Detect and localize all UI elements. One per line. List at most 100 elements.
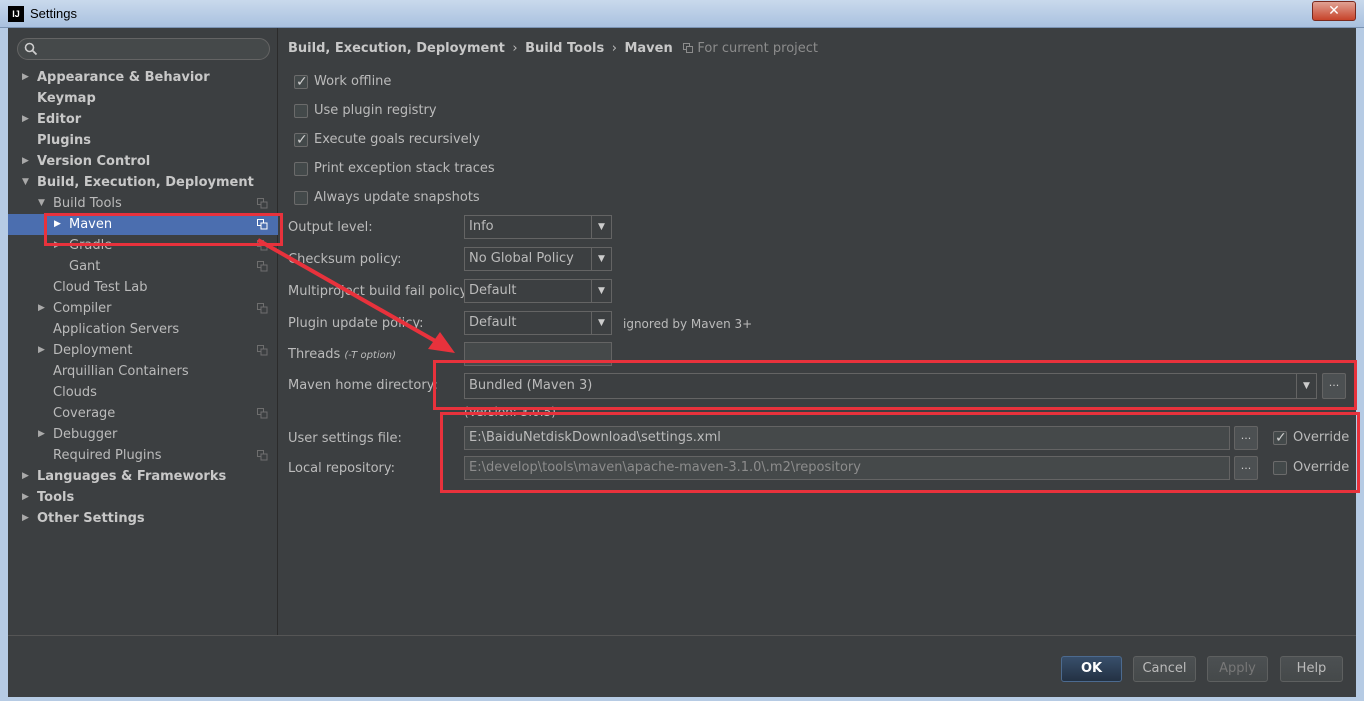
breadcrumb-separator: ›: [611, 41, 617, 56]
multiproject-fail-value: Default: [469, 283, 517, 298]
user-settings-label: User settings file:: [288, 431, 402, 446]
sidebar-item-label: Languages & Frameworks: [37, 469, 227, 484]
local-repo-input[interactable]: E:\develop\tools\maven\apache-maven-3.1.…: [464, 456, 1230, 480]
sidebar-item-label: Tools: [37, 490, 75, 505]
work-offline-label: Work offline: [314, 74, 392, 89]
sidebar-item-coverage[interactable]: Coverage: [8, 403, 278, 424]
chevron-right-icon[interactable]: ▶: [22, 151, 34, 172]
plugin-update-dropdown[interactable]: Default ▼: [464, 311, 612, 335]
settings-search-input[interactable]: [17, 38, 270, 60]
sidebar-item-editor[interactable]: ▶ Editor: [8, 109, 278, 130]
maven-home-dropdown[interactable]: Bundled (Maven 3) ▼: [464, 373, 1317, 399]
chevron-right-icon[interactable]: ▶: [54, 235, 66, 256]
project-copy-icon: [683, 43, 694, 53]
chevron-down-icon: ▼: [591, 216, 611, 238]
maven-version-note: (Version: 3.0.5): [464, 405, 556, 419]
check-icon: ✓: [296, 132, 308, 148]
sidebar-item-gradle[interactable]: ▶ Gradle: [8, 235, 278, 256]
sidebar-item-label: Editor: [37, 112, 82, 127]
local-repo-browse-button[interactable]: ...: [1234, 456, 1258, 480]
chevron-down-icon: ▼: [591, 280, 611, 302]
chevron-right-icon[interactable]: ▶: [22, 466, 34, 487]
chevron-down-icon: ▼: [1296, 374, 1316, 398]
print-exception-label: Print exception stack traces: [314, 161, 495, 176]
user-settings-value: E:\BaiduNetdiskDownload\settings.xml: [469, 430, 721, 445]
check-icon: ✓: [1275, 430, 1287, 446]
chevron-right-icon[interactable]: ▶: [22, 109, 34, 130]
breadcrumb-build-execution[interactable]: Build, Execution, Deployment: [288, 41, 505, 56]
sidebar-item-version-control[interactable]: ▶ Version Control: [8, 151, 278, 172]
project-copy-icon: [257, 450, 268, 461]
project-copy-icon: [257, 261, 268, 272]
sidebar-item-tools[interactable]: ▶ Tools: [8, 487, 278, 508]
sidebar-item-gant[interactable]: Gant: [8, 256, 278, 277]
help-button[interactable]: Help: [1280, 656, 1343, 682]
sidebar-item-label: Appearance & Behavior: [37, 70, 210, 85]
work-offline-checkbox[interactable]: ✓: [294, 74, 308, 90]
maven-home-browse-button[interactable]: ...: [1322, 373, 1346, 399]
cancel-button[interactable]: Cancel: [1133, 656, 1196, 682]
maven-home-value: Bundled (Maven 3): [469, 378, 593, 393]
multiproject-fail-dropdown[interactable]: Default ▼: [464, 279, 612, 303]
sidebar-item-other-settings[interactable]: ▶ Other Settings: [8, 508, 278, 529]
maven-home-label: Maven home directory:: [288, 378, 438, 393]
sidebar-item-label: Required Plugins: [53, 448, 162, 463]
always-update-checkbox[interactable]: [294, 191, 308, 205]
chevron-right-icon[interactable]: ▶: [22, 508, 34, 529]
chevron-right-icon[interactable]: ▶: [38, 298, 50, 319]
breadcrumb: Build, Execution, Deployment › Build Too…: [288, 41, 818, 56]
sidebar-item-cloud-test-lab[interactable]: Cloud Test Lab: [8, 277, 278, 298]
window-frame-bottom: [0, 697, 1364, 701]
chevron-down-icon[interactable]: ▼: [22, 172, 34, 193]
sidebar-item-label: Build Tools: [53, 196, 122, 211]
sidebar-item-label: Compiler: [53, 301, 112, 316]
chevron-right-icon[interactable]: ▶: [54, 214, 66, 235]
sidebar-item-label: Clouds: [53, 385, 97, 400]
sidebar-item-maven[interactable]: ▶ Maven: [8, 214, 278, 235]
user-settings-override-checkbox[interactable]: ✓: [1273, 430, 1287, 446]
window-close-button[interactable]: ✕: [1312, 1, 1356, 21]
chevron-right-icon[interactable]: ▶: [22, 67, 34, 88]
output-level-value: Info: [469, 219, 494, 234]
execute-goals-label: Execute goals recursively: [314, 132, 480, 147]
threads-input[interactable]: [464, 342, 612, 366]
breadcrumb-separator: ›: [512, 41, 518, 56]
sidebar-item-debugger[interactable]: ▶ Debugger: [8, 424, 278, 445]
chevron-right-icon[interactable]: ▶: [22, 487, 34, 508]
apply-button[interactable]: Apply: [1207, 656, 1268, 682]
sidebar-item-required-plugins[interactable]: Required Plugins: [8, 445, 278, 466]
project-copy-icon: [257, 408, 268, 419]
sidebar-item-compiler[interactable]: ▶ Compiler: [8, 298, 278, 319]
user-settings-input[interactable]: E:\BaiduNetdiskDownload\settings.xml: [464, 426, 1230, 450]
project-scope-text: For current project: [697, 41, 818, 56]
chevron-right-icon[interactable]: ▶: [38, 424, 50, 445]
window-frame-right: [1356, 28, 1364, 701]
print-exception-checkbox[interactable]: [294, 162, 308, 176]
user-settings-override-label: Override: [1293, 430, 1350, 445]
sidebar-item-label: Plugins: [37, 133, 91, 148]
local-repo-override-checkbox[interactable]: [1273, 461, 1287, 475]
sidebar-item-arquillian-containers[interactable]: Arquillian Containers: [8, 361, 278, 382]
sidebar-item-label: Maven: [69, 217, 113, 232]
chevron-right-icon[interactable]: ▶: [38, 340, 50, 361]
sidebar-item-appearance-behavior[interactable]: ▶ Appearance & Behavior: [8, 67, 278, 88]
use-plugin-registry-checkbox[interactable]: [294, 104, 308, 118]
sidebar-item-keymap[interactable]: Keymap: [8, 88, 278, 109]
sidebar-item-clouds[interactable]: Clouds: [8, 382, 278, 403]
sidebar-item-build-execution-deployment[interactable]: ▼ Build, Execution, Deployment: [8, 172, 278, 193]
sidebar-item-plugins[interactable]: Plugins: [8, 130, 278, 151]
local-repo-label: Local repository:: [288, 461, 395, 476]
sidebar-item-build-tools[interactable]: ▼ Build Tools: [8, 193, 278, 214]
checksum-policy-dropdown[interactable]: No Global Policy ▼: [464, 247, 612, 271]
sidebar-item-deployment[interactable]: ▶ Deployment: [8, 340, 278, 361]
sidebar-item-application-servers[interactable]: Application Servers: [8, 319, 278, 340]
output-level-dropdown[interactable]: Info ▼: [464, 215, 612, 239]
plugin-update-value: Default: [469, 315, 517, 330]
user-settings-browse-button[interactable]: ...: [1234, 426, 1258, 450]
sidebar-item-languages-frameworks[interactable]: ▶ Languages & Frameworks: [8, 466, 278, 487]
execute-goals-checkbox[interactable]: ✓: [294, 132, 308, 148]
ok-button[interactable]: OK: [1061, 656, 1122, 682]
chevron-down-icon: ▼: [591, 312, 611, 334]
chevron-down-icon[interactable]: ▼: [38, 193, 50, 214]
breadcrumb-build-tools[interactable]: Build Tools: [525, 41, 604, 56]
